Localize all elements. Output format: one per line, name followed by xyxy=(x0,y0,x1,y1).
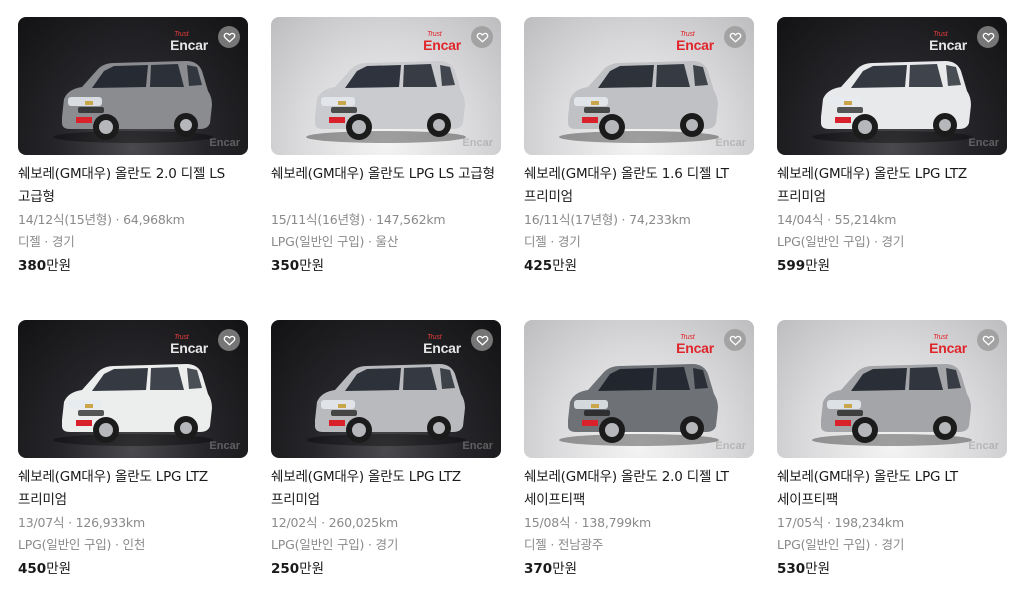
encar-watermark-faint: Encar xyxy=(209,440,240,452)
encar-watermark-logo: Trust Encar xyxy=(423,31,461,53)
encar-watermark-faint: Encar xyxy=(968,137,999,149)
listing-year-mileage: 14/04식 · 55,214km xyxy=(777,212,897,227)
listing-fuel-region: LPG(일반인 구입) · 울산 xyxy=(271,234,399,249)
car-photo: Trust Encar Encar xyxy=(524,320,754,458)
listing-price: 250만원 xyxy=(271,558,501,580)
favorite-heart-icon[interactable] xyxy=(724,26,746,48)
listing-year-mileage: 16/11식(17년형) · 74,233km xyxy=(524,212,691,227)
listing-fuel-region: 디젤 · 경기 xyxy=(524,234,581,249)
car-image xyxy=(559,61,719,143)
car-photo: Trust Encar Encar xyxy=(524,17,754,155)
car-image xyxy=(559,364,719,446)
favorite-heart-icon[interactable] xyxy=(471,26,493,48)
price-unit: 만원 xyxy=(299,258,325,274)
listing-price: 370만원 xyxy=(524,558,754,580)
price-unit: 만원 xyxy=(805,258,831,274)
listing-price: 380만원 xyxy=(18,255,248,277)
listing-title[interactable]: 쉐보레(GM대우) 올란도 LPG LS 고급형 xyxy=(271,163,501,209)
car-photo: Trust Encar Encar xyxy=(271,320,501,458)
listing-price: 599만원 xyxy=(777,255,1007,277)
price-amount: 530 xyxy=(777,561,806,577)
car-image xyxy=(306,61,466,143)
listing-year-mileage: 15/11식(16년형) · 147,562km xyxy=(271,212,446,227)
encar-watermark-logo: Trust Encar xyxy=(929,334,967,356)
price-unit: 만원 xyxy=(46,561,72,577)
car-image xyxy=(53,364,213,446)
encar-watermark-faint: Encar xyxy=(715,137,746,149)
encar-watermark-logo: Trust Encar xyxy=(676,334,714,356)
listing-price: 350만원 xyxy=(271,255,501,277)
price-unit: 만원 xyxy=(46,258,72,274)
listing-card[interactable]: Trust Encar Encar 쉐보레(GM대우) 올란도 2.0 디젤 LT… xyxy=(524,320,754,580)
car-image xyxy=(812,61,972,143)
listing-year-mileage: 17/05식 · 198,234km xyxy=(777,515,904,530)
favorite-heart-icon[interactable] xyxy=(218,329,240,351)
favorite-heart-icon[interactable] xyxy=(218,26,240,48)
listing-fuel-region: LPG(일반인 구입) · 경기 xyxy=(777,234,905,249)
encar-watermark-logo: Trust Encar xyxy=(170,334,208,356)
listing-fuel-region: 디젤 · 경기 xyxy=(18,234,75,249)
encar-watermark-faint: Encar xyxy=(209,137,240,149)
price-unit: 만원 xyxy=(552,561,578,577)
car-image xyxy=(812,364,972,446)
encar-watermark-faint: Encar xyxy=(968,440,999,452)
car-image xyxy=(53,61,213,143)
encar-watermark-logo: Trust Encar xyxy=(170,31,208,53)
listing-card[interactable]: Trust Encar Encar 쉐보레(GM대우) 올란도 LPG LTZ 프… xyxy=(18,320,248,580)
listing-year-mileage: 13/07식 · 126,933km xyxy=(18,515,145,530)
listing-card[interactable]: Trust Encar Encar 쉐보레(GM대우) 올란도 2.0 디젤 LS… xyxy=(18,17,248,277)
listing-fuel-region: 디젤 · 전남광주 xyxy=(524,537,604,552)
listing-title[interactable]: 쉐보레(GM대우) 올란도 LPG LT 세이프티팩 xyxy=(777,466,1007,512)
listing-title[interactable]: 쉐보레(GM대우) 올란도 LPG LTZ 프리미엄 xyxy=(271,466,501,512)
listing-title[interactable]: 쉐보레(GM대우) 올란도 1.6 디젤 LT 프리미엄 xyxy=(524,163,754,209)
car-photo: Trust Encar Encar xyxy=(777,320,1007,458)
encar-watermark-logo: Trust Encar xyxy=(676,31,714,53)
listing-year-mileage: 14/12식(15년형) · 64,968km xyxy=(18,212,185,227)
car-image xyxy=(306,364,466,446)
encar-watermark-logo: Trust Encar xyxy=(929,31,967,53)
price-amount: 450 xyxy=(18,561,47,577)
price-amount: 425 xyxy=(524,258,553,274)
listing-title[interactable]: 쉐보레(GM대우) 올란도 LPG LTZ 프리미엄 xyxy=(777,163,1007,209)
listing-card[interactable]: Trust Encar Encar 쉐보레(GM대우) 올란도 LPG LTZ 프… xyxy=(777,17,1007,277)
encar-watermark-logo: Trust Encar xyxy=(423,334,461,356)
price-amount: 380 xyxy=(18,258,47,274)
price-unit: 만원 xyxy=(299,561,325,577)
listing-fuel-region: LPG(일반인 구입) · 경기 xyxy=(777,537,905,552)
listing-year-mileage: 12/02식 · 260,025km xyxy=(271,515,398,530)
listing-card[interactable]: Trust Encar Encar 쉐보레(GM대우) 올란도 1.6 디젤 LT… xyxy=(524,17,754,277)
listing-title[interactable]: 쉐보레(GM대우) 올란도 2.0 디젤 LT 세이프티팩 xyxy=(524,466,754,512)
favorite-heart-icon[interactable] xyxy=(977,329,999,351)
price-amount: 250 xyxy=(271,561,300,577)
listing-fuel-region: LPG(일반인 구입) · 경기 xyxy=(271,537,399,552)
price-amount: 370 xyxy=(524,561,553,577)
price-unit: 만원 xyxy=(805,561,831,577)
listing-card[interactable]: Trust Encar Encar 쉐보레(GM대우) 올란도 LPG LT 세이… xyxy=(777,320,1007,580)
listing-year-mileage: 15/08식 · 138,799km xyxy=(524,515,651,530)
listing-price: 530만원 xyxy=(777,558,1007,580)
encar-watermark-faint: Encar xyxy=(715,440,746,452)
favorite-heart-icon[interactable] xyxy=(724,329,746,351)
car-photo: Trust Encar Encar xyxy=(18,17,248,155)
favorite-heart-icon[interactable] xyxy=(471,329,493,351)
listing-fuel-region: LPG(일반인 구입) · 인천 xyxy=(18,537,146,552)
listing-title[interactable]: 쉐보레(GM대우) 올란도 LPG LTZ 프리미엄 xyxy=(18,466,248,512)
price-amount: 350 xyxy=(271,258,300,274)
car-photo: Trust Encar Encar xyxy=(777,17,1007,155)
car-photo: Trust Encar Encar xyxy=(271,17,501,155)
listing-title[interactable]: 쉐보레(GM대우) 올란도 2.0 디젤 LS 고급형 xyxy=(18,163,248,209)
listing-card[interactable]: Trust Encar Encar 쉐보레(GM대우) 올란도 LPG LS 고급… xyxy=(271,17,501,277)
listing-grid: Trust Encar Encar 쉐보레(GM대우) 올란도 2.0 디젤 LS… xyxy=(0,0,1026,610)
price-amount: 599 xyxy=(777,258,806,274)
encar-watermark-faint: Encar xyxy=(462,440,493,452)
listing-price: 425만원 xyxy=(524,255,754,277)
encar-watermark-faint: Encar xyxy=(462,137,493,149)
listing-card[interactable]: Trust Encar Encar 쉐보레(GM대우) 올란도 LPG LTZ 프… xyxy=(271,320,501,580)
car-photo: Trust Encar Encar xyxy=(18,320,248,458)
price-unit: 만원 xyxy=(552,258,578,274)
listing-price: 450만원 xyxy=(18,558,248,580)
favorite-heart-icon[interactable] xyxy=(977,26,999,48)
